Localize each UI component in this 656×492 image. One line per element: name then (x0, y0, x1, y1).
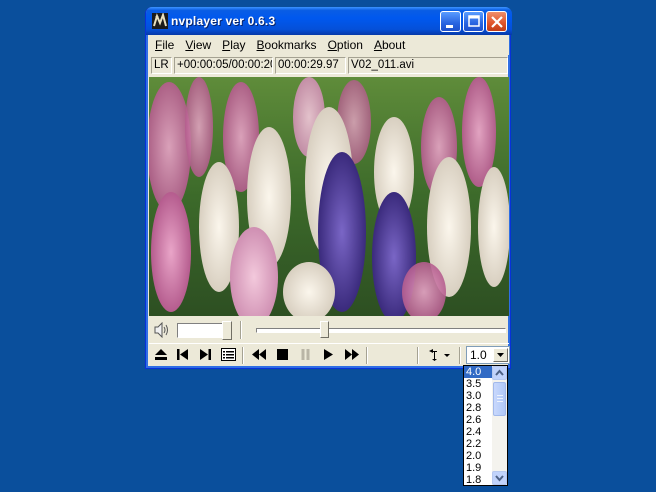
close-button[interactable] (486, 11, 507, 32)
seek-slider[interactable] (256, 328, 506, 333)
speed-dropdown-button[interactable] (493, 348, 508, 362)
play-button[interactable] (318, 346, 338, 364)
toolbar-separator (242, 347, 244, 364)
menu-view[interactable]: View (179, 36, 216, 54)
aspect-button[interactable] (424, 346, 454, 364)
seek-thumb[interactable] (320, 321, 329, 338)
speed-dropdown-list: 4.0 3.5 3.0 2.8 2.6 2.4 2.2 2.0 1.9 1.8 (463, 365, 508, 486)
maximize-button[interactable] (463, 11, 484, 32)
framerate-status: 00:00:29.97 (275, 57, 346, 74)
scroll-up-button[interactable] (492, 366, 507, 380)
fast-forward-button[interactable] (341, 346, 361, 364)
speed-option[interactable]: 2.6 (464, 414, 493, 426)
speed-option[interactable]: 2.0 (464, 450, 493, 462)
menu-bookmarks[interactable]: Bookmarks (251, 36, 322, 54)
scroll-thumb[interactable] (493, 382, 506, 416)
next-icon (200, 349, 211, 360)
playlist-button[interactable] (218, 346, 238, 364)
minimize-icon (446, 25, 453, 28)
speed-option[interactable]: 3.0 (464, 390, 493, 402)
app-icon (152, 13, 168, 29)
title-bar[interactable]: nvplayer ver 0.6.3 (146, 7, 512, 35)
speed-option[interactable]: 1.8 (464, 474, 493, 486)
close-icon (491, 16, 503, 28)
scroll-down-button[interactable] (492, 471, 507, 485)
maximize-icon (468, 15, 480, 27)
speaker-icon[interactable] (153, 322, 171, 338)
pause-icon (301, 349, 309, 360)
speed-option[interactable]: 2.8 (464, 402, 493, 414)
speed-option[interactable]: 3.5 (464, 378, 493, 390)
speed-option[interactable]: 2.4 (464, 426, 493, 438)
menu-about[interactable]: About (368, 36, 410, 54)
chevron-down-icon (497, 353, 504, 357)
menu-bar: File View Play Bookmarks Option About (149, 35, 509, 55)
video-display[interactable] (149, 77, 509, 316)
speed-option[interactable]: 4.0 (464, 366, 493, 378)
chevron-up-icon (495, 369, 504, 376)
filename-status: V02_011.avi (348, 57, 508, 74)
stop-icon (276, 349, 288, 360)
player-window: nvplayer ver 0.6.3 File View Play Bookma… (145, 7, 512, 369)
lupine-flowers-frame (149, 77, 509, 316)
volume-thumb[interactable] (222, 321, 232, 340)
rewind-button[interactable] (249, 346, 269, 364)
stop-button[interactable] (272, 346, 292, 364)
next-button[interactable] (195, 346, 215, 364)
play-icon (323, 349, 333, 360)
speed-select[interactable]: 1.0 (466, 346, 510, 364)
aspect-icon (429, 349, 450, 361)
playlist-icon (220, 348, 236, 361)
eject-button[interactable] (151, 346, 171, 364)
speed-value: 1.0 (470, 348, 487, 362)
previous-icon (177, 349, 188, 360)
chevron-down-icon (495, 475, 504, 482)
rewind-icon (251, 349, 266, 360)
eject-icon (155, 349, 167, 360)
menu-file[interactable]: File (149, 36, 179, 54)
position-status: +00:00:05/00:00:20 (174, 57, 273, 74)
speed-option[interactable]: 2.2 (464, 438, 493, 450)
toolbar-separator (417, 347, 419, 364)
menu-option[interactable]: Option (322, 36, 368, 54)
status-bar: LR +00:00:05/00:00:20 00:00:29.97 V02_01… (149, 56, 509, 75)
seek-toolbar (149, 319, 509, 341)
channel-status: LR (151, 57, 172, 74)
speed-options: 4.0 3.5 3.0 2.8 2.6 2.4 2.2 2.0 1.9 1.8 (464, 366, 493, 486)
toolbar-separator (366, 347, 368, 364)
minimize-button[interactable] (440, 11, 461, 32)
previous-button[interactable] (173, 346, 193, 364)
transport-toolbar: 1.0 (149, 343, 510, 365)
speed-option[interactable]: 1.9 (464, 462, 493, 474)
toolbar-separator (459, 347, 461, 364)
grip-icon (497, 395, 503, 402)
menu-play[interactable]: Play (216, 36, 250, 54)
toolbar-separator (240, 321, 242, 339)
fast-forward-icon (344, 349, 359, 360)
dropdown-scrollbar[interactable] (492, 366, 507, 485)
pause-button[interactable] (295, 346, 315, 364)
window-title: nvplayer ver 0.6.3 (171, 14, 276, 28)
